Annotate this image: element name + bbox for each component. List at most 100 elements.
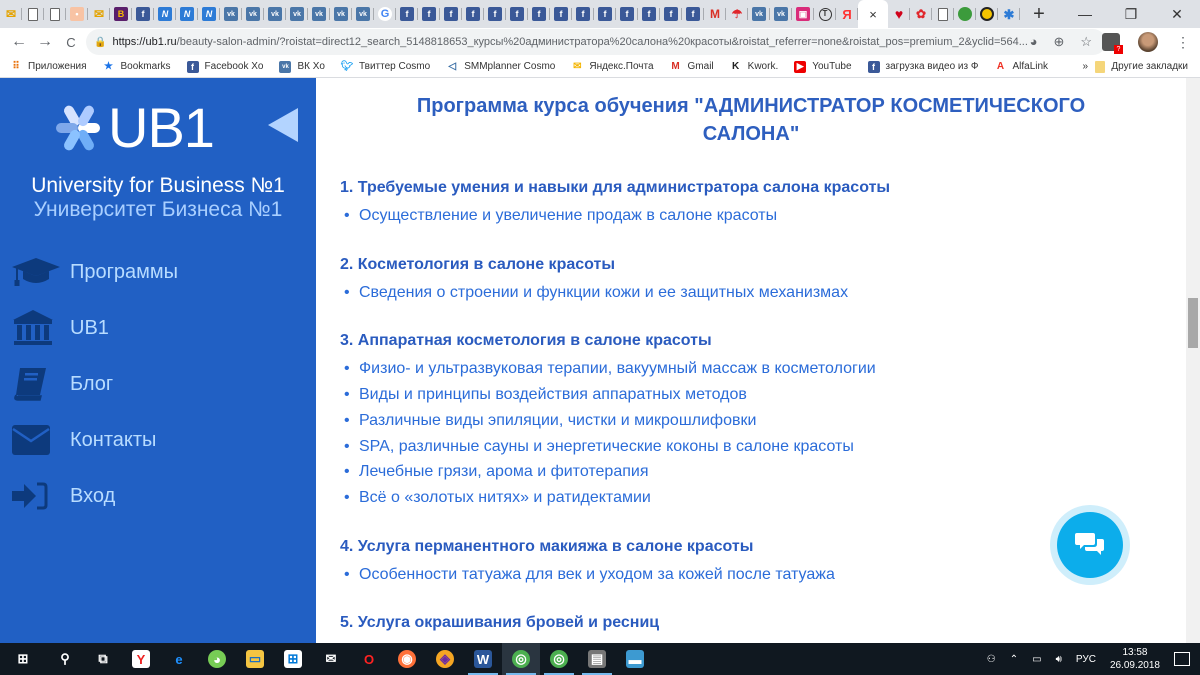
volume-icon[interactable]: 🔊︎ (1056, 654, 1062, 665)
browser-tab[interactable]: ♥ (888, 0, 910, 28)
browser-tab[interactable] (22, 0, 44, 28)
scrollbar-thumb[interactable] (1188, 298, 1198, 348)
browser-tab[interactable]: N (154, 0, 176, 28)
browser-tab[interactable] (44, 0, 66, 28)
browser-tab[interactable] (976, 0, 998, 28)
browser-tab[interactable]: vk (242, 0, 264, 28)
bookmark-item[interactable]: ▶ YouTube (794, 60, 852, 73)
browser-tab[interactable]: vk (220, 0, 242, 28)
other-bookmarks-button[interactable]: Другие закладки (1095, 60, 1188, 73)
taskbar-item[interactable]: ⊞ (0, 643, 46, 675)
bookmarks-more-button[interactable]: » (1082, 61, 1088, 72)
logo[interactable]: UB1 (52, 100, 215, 156)
browser-tab[interactable]: Я (836, 0, 858, 28)
browser-tab[interactable]: vk (308, 0, 330, 28)
active-tab[interactable]: × (858, 0, 888, 28)
browser-tab[interactable]: f (132, 0, 154, 28)
browser-tab[interactable]: f (462, 0, 484, 28)
browser-tab[interactable]: f (660, 0, 682, 28)
browser-tab[interactable]: f (682, 0, 704, 28)
cookie-blocked-icon[interactable]: ◕ (1030, 34, 1038, 50)
menu-icon[interactable]: ⋮ (1176, 34, 1190, 51)
close-tab-icon[interactable]: × (869, 7, 877, 22)
browser-tab[interactable]: T (814, 0, 836, 28)
url-text[interactable]: https://ub1.ru/beauty-salon-admin/?roist… (112, 36, 1029, 48)
browser-tab[interactable]: N (176, 0, 198, 28)
new-tab-button[interactable]: + (1024, 3, 1054, 26)
bookmark-item[interactable]: f загрузка видео из Ф (867, 60, 978, 73)
browser-tab[interactable]: f (572, 0, 594, 28)
browser-tab[interactable]: • (66, 0, 88, 28)
browser-tab[interactable]: ✿ (910, 0, 932, 28)
sidebar-item-login[interactable]: Вход (0, 468, 316, 524)
browser-tab[interactable]: B (110, 0, 132, 28)
address-bar[interactable]: 🔒 https://ub1.ru/beauty-salon-admin/?roi… (86, 29, 1106, 55)
taskbar-item[interactable]: ✉ (312, 643, 350, 675)
browser-tab[interactable]: f (484, 0, 506, 28)
zoom-icon[interactable]: ⊕ (1053, 34, 1064, 50)
browser-tab[interactable]: vk (264, 0, 286, 28)
bookmark-item[interactable]: ◁ SMMplanner Cosmo (446, 61, 555, 73)
taskbar-item[interactable]: ◈ (426, 643, 464, 675)
clock[interactable]: 13:58 26.09.2018 (1110, 646, 1160, 672)
bookmark-item[interactable]: 🐦︎ Твиттер Cosmo (341, 61, 431, 73)
browser-tab[interactable]: N (198, 0, 220, 28)
battery-icon[interactable]: ▭ (1032, 654, 1041, 665)
people-icon[interactable]: ⚇ (987, 654, 996, 665)
taskbar-item[interactable]: ⧉ (84, 643, 122, 675)
taskbar-item[interactable]: ◎ (502, 643, 540, 675)
bookmark-item[interactable]: f Facebook Xo (186, 60, 263, 73)
bookmark-star-icon[interactable]: ☆ (1080, 34, 1092, 50)
action-center-icon[interactable] (1174, 652, 1190, 666)
taskbar-item[interactable]: O (350, 643, 388, 675)
maximize-button[interactable]: ❐ (1108, 0, 1154, 28)
extension-icon[interactable] (1102, 33, 1123, 54)
taskbar-item[interactable]: ◉ (388, 643, 426, 675)
browser-tab[interactable]: f (506, 0, 528, 28)
browser-tab[interactable]: f (396, 0, 418, 28)
browser-tab[interactable]: f (528, 0, 550, 28)
browser-tab[interactable] (954, 0, 976, 28)
browser-tab[interactable]: ✉ (88, 0, 110, 28)
taskbar-item[interactable]: ▬ (616, 643, 654, 675)
bookmark-item[interactable]: vk ВК Xo (279, 60, 325, 73)
bookmark-item[interactable]: ⠿ Приложения (10, 61, 86, 73)
browser-tab[interactable]: vk (330, 0, 352, 28)
chat-button[interactable] (1050, 505, 1130, 585)
taskbar-item[interactable]: W (464, 643, 502, 675)
sidebar-item-ub1[interactable]: UB1 (0, 300, 316, 356)
taskbar-item[interactable]: ⚲ (46, 643, 84, 675)
taskbar-item[interactable]: ⊞ (274, 643, 312, 675)
taskbar-item[interactable]: Y (122, 643, 160, 675)
taskbar-item[interactable]: ◎ (540, 643, 578, 675)
browser-tab[interactable]: f (616, 0, 638, 28)
bookmark-item[interactable]: A AlfaLink (994, 61, 1048, 73)
browser-tab[interactable]: ✉ (0, 0, 22, 28)
browser-tab[interactable]: vk (770, 0, 792, 28)
minimize-button[interactable]: — (1062, 0, 1108, 28)
browser-tab[interactable]: f (550, 0, 572, 28)
browser-tab[interactable]: ➹ (932, 0, 954, 28)
sidebar-item-blog[interactable]: Блог (0, 356, 316, 412)
collapse-sidebar-icon[interactable] (268, 108, 298, 142)
taskbar-item[interactable]: ◕ (198, 643, 236, 675)
profile-avatar[interactable] (1138, 32, 1158, 52)
browser-tab[interactable]: G (374, 0, 396, 28)
language-indicator[interactable]: РУС (1076, 654, 1096, 665)
close-window-button[interactable]: ✕ (1154, 0, 1200, 28)
taskbar-item[interactable]: ▤ (578, 643, 616, 675)
sidebar-item-programs[interactable]: Программы (0, 244, 316, 300)
browser-tab[interactable]: f (418, 0, 440, 28)
browser-tab[interactable]: f (440, 0, 462, 28)
browser-tab[interactable]: vk (748, 0, 770, 28)
browser-tab[interactable]: vk (352, 0, 374, 28)
bookmark-item[interactable]: K Kwork. (730, 61, 778, 73)
forward-button[interactable]: → (32, 33, 58, 51)
sidebar-item-contacts[interactable]: Контакты (0, 412, 316, 468)
show-hidden-icons[interactable]: ⌃ (1010, 654, 1018, 665)
browser-tab[interactable]: ▣ (792, 0, 814, 28)
bookmark-item[interactable]: ★ Bookmarks (103, 61, 171, 73)
browser-tab[interactable]: vk (286, 0, 308, 28)
browser-tab[interactable]: ☂ (726, 0, 748, 28)
browser-tab[interactable]: f (594, 0, 616, 28)
